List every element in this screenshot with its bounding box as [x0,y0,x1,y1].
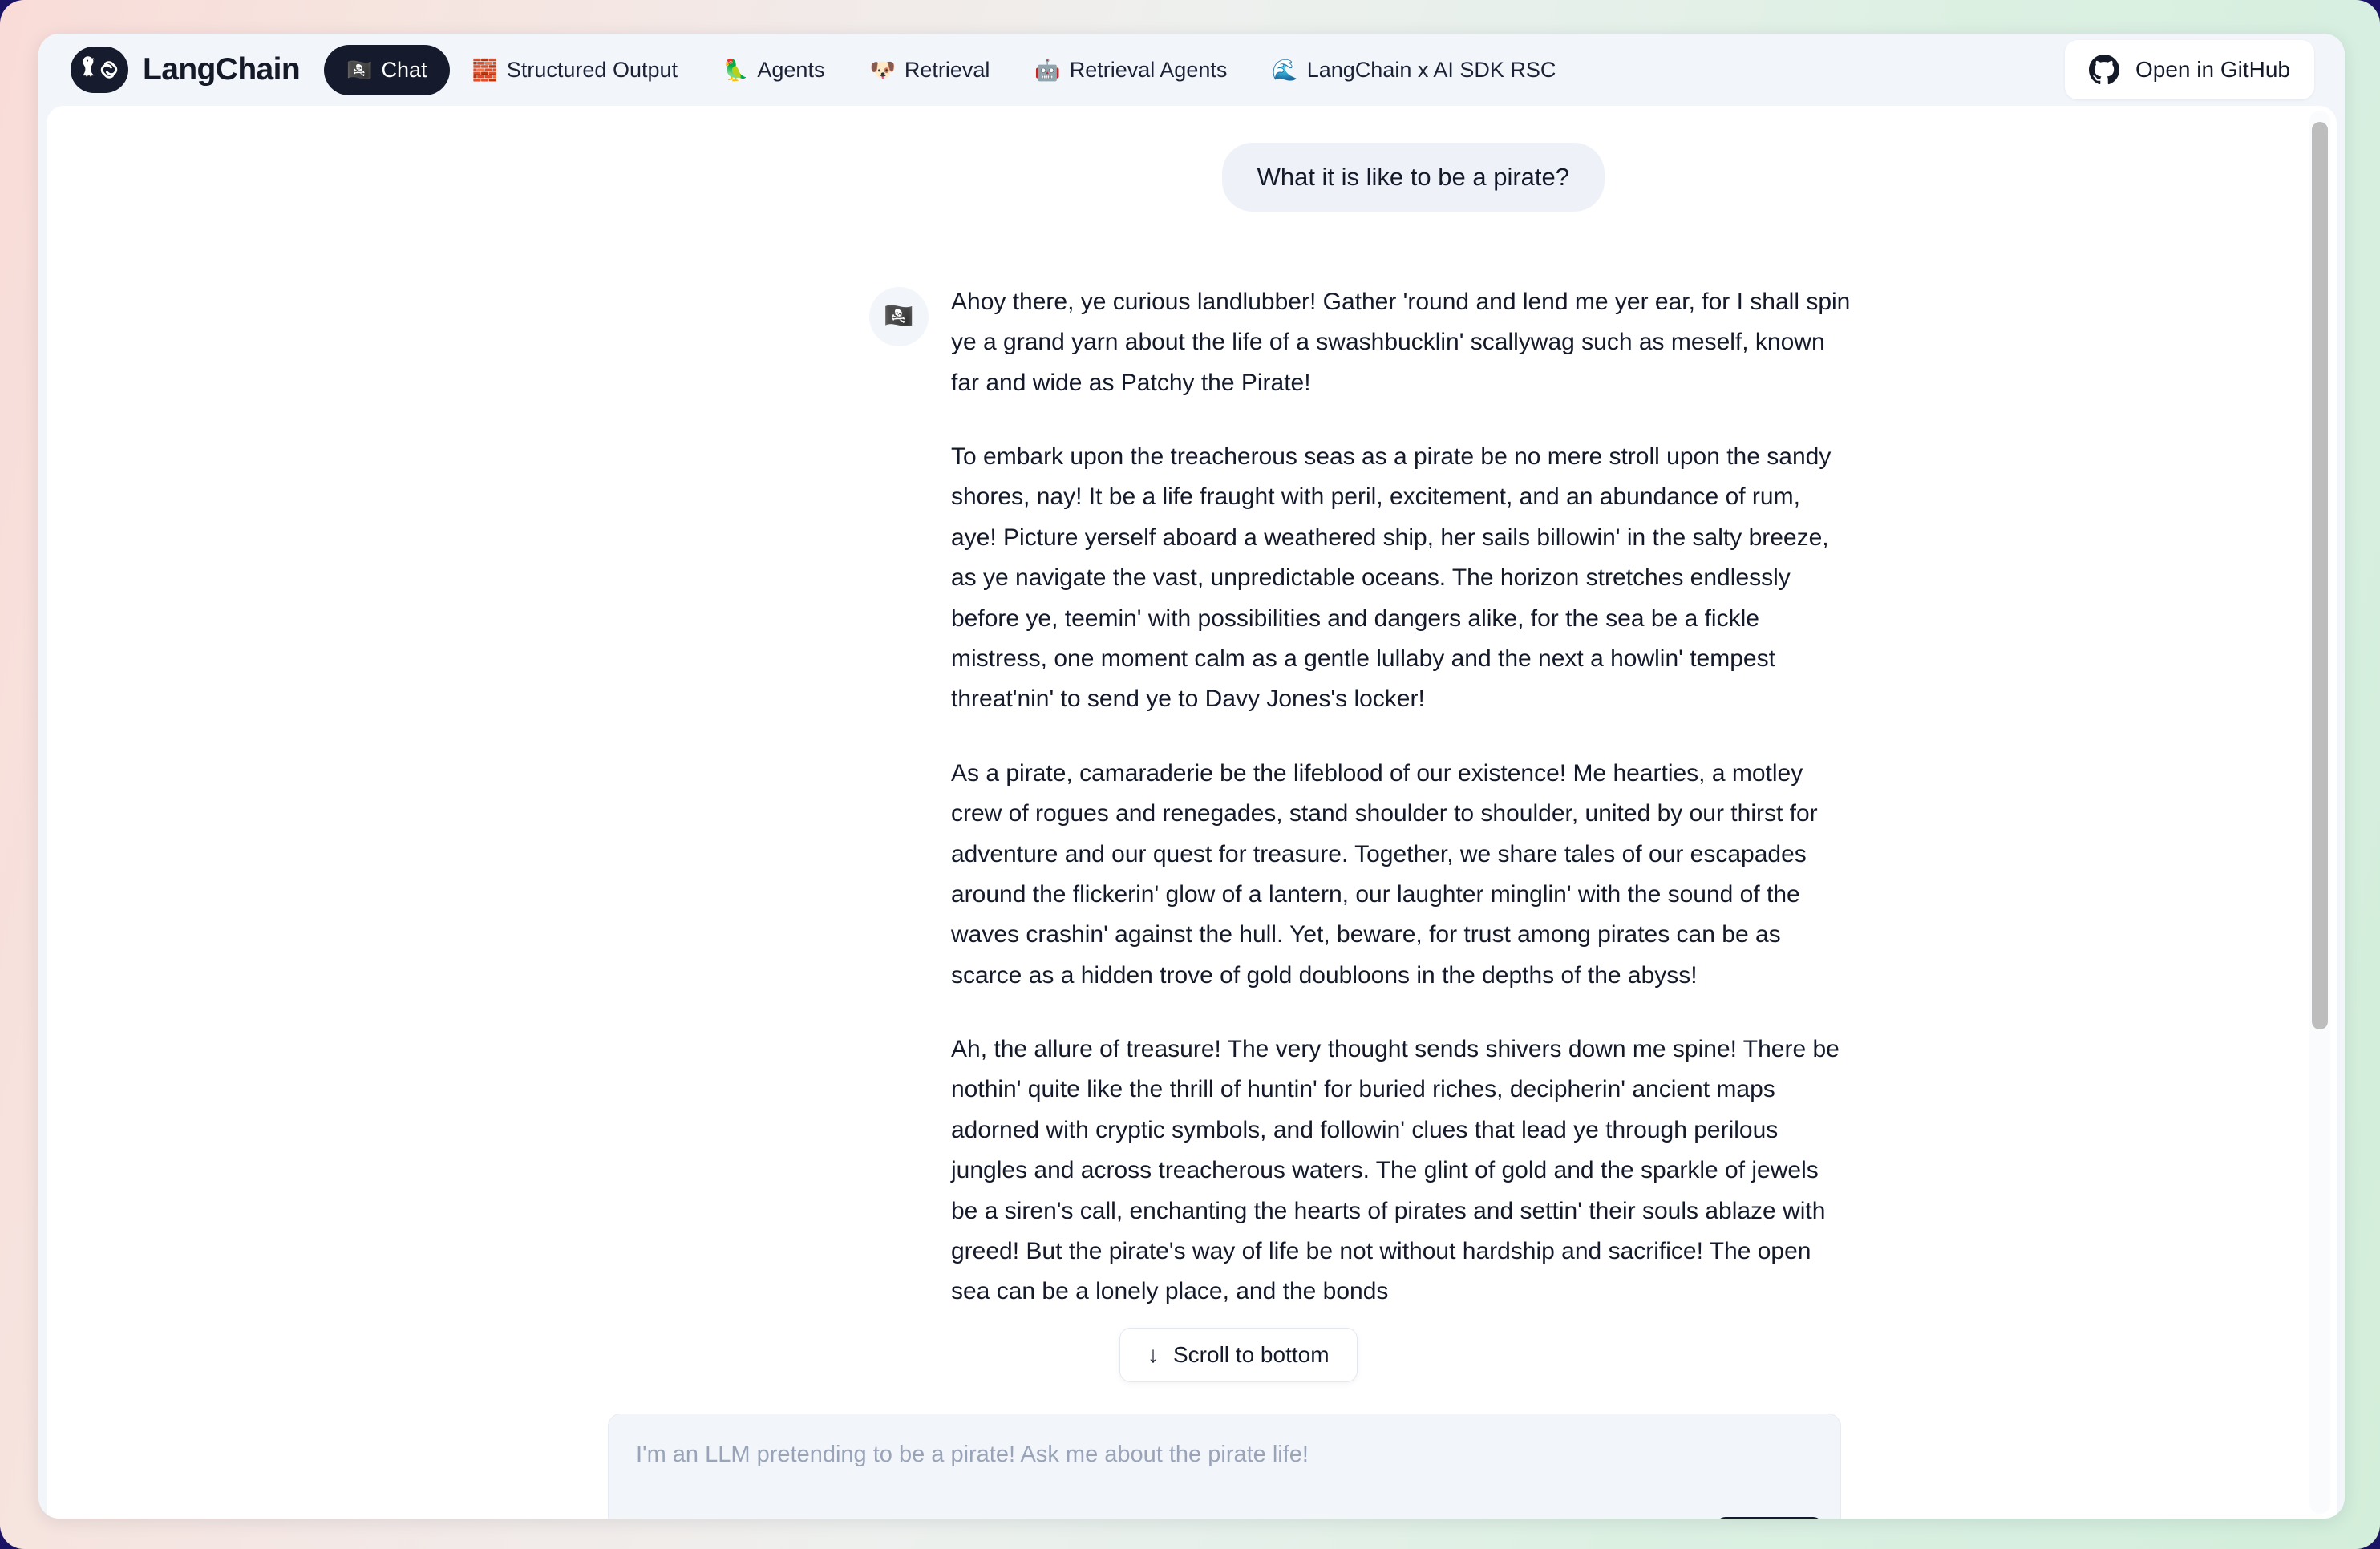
chat-panel: What it is like to be a pirate? 🏴‍☠️ Aho… [47,106,2337,1519]
app-card: LangChain 🏴‍☠️ Chat 🧱 Structured Output … [38,34,2345,1519]
brand-name: LangChain [143,52,301,87]
tab-structured-output-label: Structured Output [506,57,678,82]
scroll-to-bottom-button[interactable]: ↓ Scroll to bottom [1119,1328,1358,1382]
brand[interactable]: LangChain [71,47,301,93]
dog-face-icon: 🐶 [869,58,896,82]
scroll-to-bottom-label: Scroll to bottom [1173,1342,1330,1367]
tab-chat[interactable]: 🏴‍☠️ Chat [324,44,450,95]
assistant-paragraph: As a pirate, camaraderie be the lifebloo… [951,759,1818,989]
tab-retrieval[interactable]: 🐶 Retrieval [847,45,1012,95]
assistant-paragraph: Ah, the allure of treasure! The very tho… [951,1036,1840,1305]
tab-langchain-ai-sdk-rsc[interactable]: 🌊 LangChain x AI SDK RSC [1249,45,1578,95]
assistant-paragraph: Ahoy there, ye curious landlubber! Gathe… [951,288,1851,396]
brick-icon: 🧱 [472,58,498,82]
parrot-icon: 🦜 [722,58,749,82]
langchain-logo-icon [71,47,128,93]
top-navbar: LangChain 🏴‍☠️ Chat 🧱 Structured Output … [38,34,2345,106]
send-button[interactable]: Send [1715,1517,1823,1519]
user-message-bubble: What it is like to be a pirate? [1221,143,1605,212]
open-in-github-button[interactable]: Open in GitHub [2065,40,2314,99]
tab-retrieval-agents[interactable]: 🤖 Retrieval Agents [1012,45,1249,95]
tab-langchain-ai-sdk-rsc-label: LangChain x AI SDK RSC [1306,57,1556,82]
chat-scrollbar-track[interactable] [2309,111,2330,1514]
nav-tabs: 🏴‍☠️ Chat 🧱 Structured Output 🦜 Agents 🐶… [324,44,2065,95]
message-list: What it is like to be a pirate? 🏴‍☠️ Aho… [310,143,2074,1312]
app-gradient-frame: LangChain 🏴‍☠️ Chat 🧱 Structured Output … [0,0,2380,1549]
robot-icon: 🤖 [1034,58,1061,82]
tab-retrieval-label: Retrieval [904,57,990,82]
tab-structured-output[interactable]: 🧱 Structured Output [450,45,701,95]
message-composer: Send [608,1414,1841,1519]
pirate-flag-icon: 🏴‍☠️ [346,58,373,82]
chat-scroll-area[interactable]: What it is like to be a pirate? 🏴‍☠️ Aho… [47,106,2337,1519]
tab-chat-label: Chat [381,57,427,82]
tab-retrieval-agents-label: Retrieval Agents [1069,57,1228,82]
tab-agents-label: Agents [757,57,825,82]
assistant-paragraph: To embark upon the treacherous seas as a… [951,443,1832,713]
tab-agents[interactable]: 🦜 Agents [700,45,847,95]
assistant-avatar: 🏴‍☠️ [869,286,929,346]
chat-scrollbar-thumb[interactable] [2312,122,2328,1029]
wave-icon: 🌊 [1272,58,1298,82]
assistant-message-row: 🏴‍☠️ Ahoy there, ye curious landlubber! … [406,282,2074,1312]
message-input[interactable] [636,1438,1791,1511]
user-message-row: What it is like to be a pirate? [406,143,2074,212]
open-in-github-label: Open in GitHub [2135,57,2290,82]
arrow-down-icon: ↓ [1148,1342,1159,1367]
github-icon [2089,55,2119,85]
assistant-message-text: Ahoy there, ye curious landlubber! Gathe… [951,282,1851,1312]
